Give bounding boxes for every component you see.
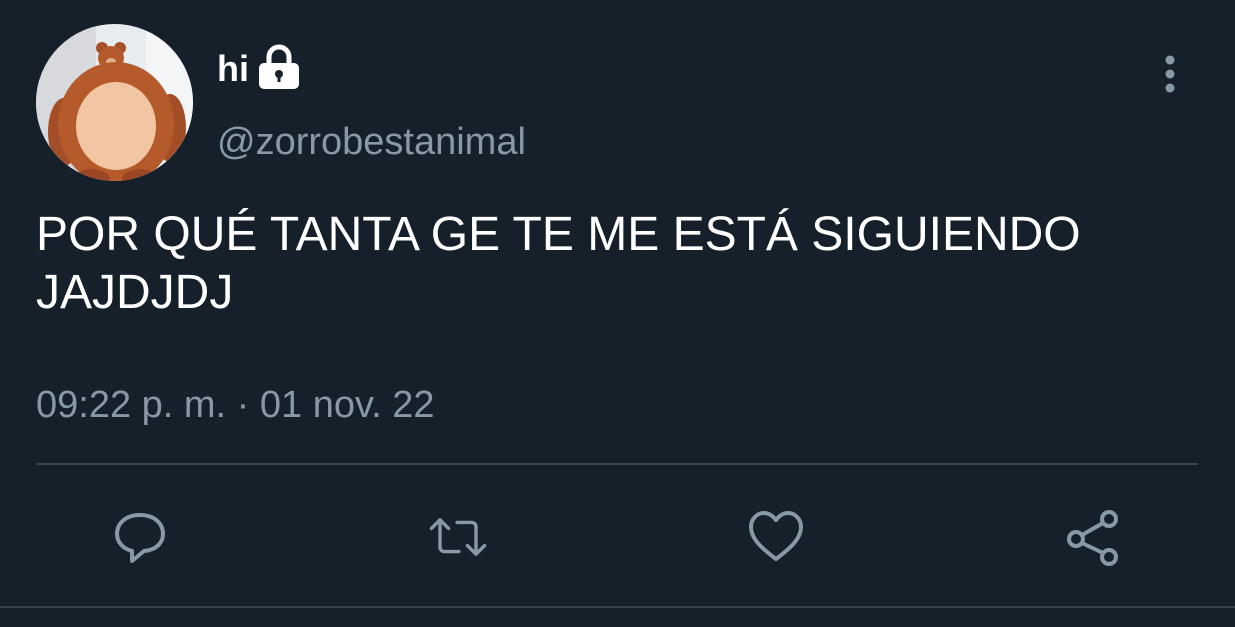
tweet-timestamp[interactable]: 09:22 p. m. · 01 nov. 22: [36, 381, 435, 429]
avatar[interactable]: [36, 24, 193, 181]
lock-icon: [257, 44, 301, 90]
divider: [36, 463, 1198, 465]
retweet-icon: [429, 518, 487, 556]
name-row: hi: [217, 44, 301, 92]
more-options-button[interactable]: [1150, 52, 1190, 96]
share-button[interactable]: [1063, 507, 1123, 567]
tweet-detail: hi @zorrobestanimal POR QUÉ TANTA GE TE …: [0, 0, 1235, 627]
reply-icon: [115, 513, 165, 563]
reply-button[interactable]: [110, 507, 170, 567]
more-vertical-icon: [1165, 55, 1175, 93]
display-name[interactable]: hi: [217, 46, 249, 92]
tweet-text: POR QUÉ TANTA GE TE ME ESTÁ SIGUIENDO JA…: [36, 208, 1081, 319]
like-button[interactable]: [746, 507, 806, 567]
avatar-teddy-bear-image: [36, 24, 193, 181]
like-icon: [749, 511, 803, 561]
user-handle[interactable]: @zorrobestanimal: [217, 118, 526, 166]
bottom-divider: [0, 606, 1235, 608]
share-icon: [1067, 510, 1118, 566]
retweet-button[interactable]: [428, 507, 488, 567]
